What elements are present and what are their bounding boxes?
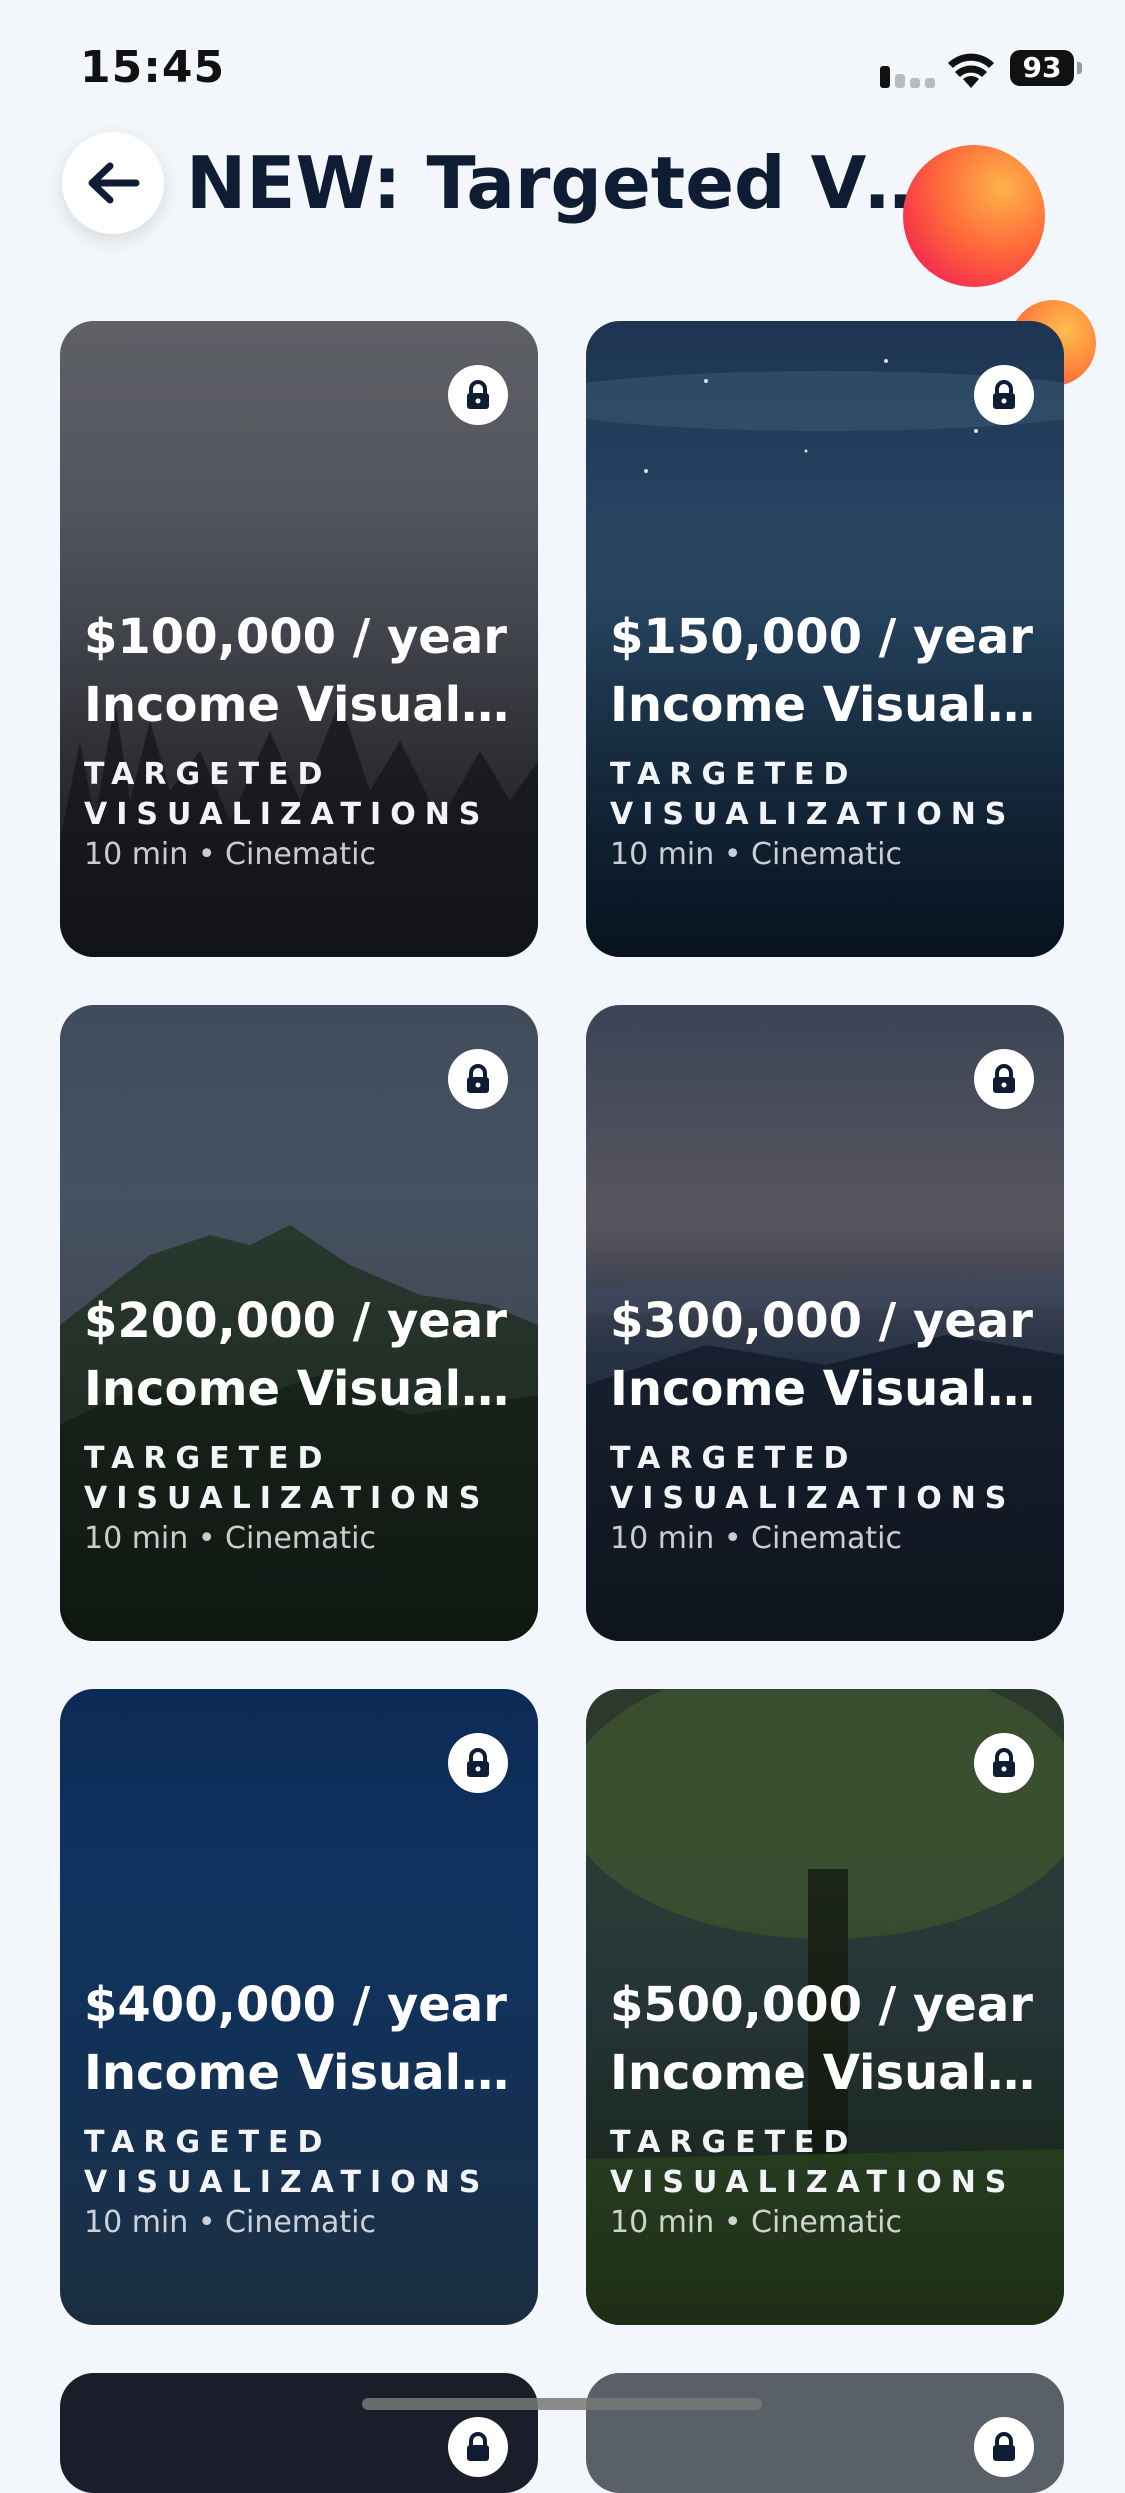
lock-badge	[974, 1733, 1034, 1793]
lock-icon	[993, 380, 1015, 409]
visualization-card-partial[interactable]	[60, 2373, 538, 2493]
visualization-card[interactable]: $500,000 / year Income Visualization TAR…	[586, 1689, 1064, 2325]
card-title-line1: $400,000 / year	[84, 1977, 507, 2033]
visualization-card[interactable]: $200,000 / year Income Visualization TAR…	[60, 1005, 538, 1641]
visualization-card[interactable]: $300,000 / year Income Visualization TAR…	[586, 1005, 1064, 1641]
lock-badge	[448, 1733, 508, 1793]
card-title-line1: $150,000 / year	[610, 609, 1033, 665]
card-category-line1: TARGETED	[610, 757, 858, 792]
card-title-line1: $100,000 / year	[84, 609, 507, 665]
card-category-line2: VISUALIZATIONS	[610, 1481, 1016, 1516]
card-category-line1: TARGETED	[84, 2125, 332, 2160]
card-title-line2: Income Visualization	[84, 1361, 524, 1417]
lock-icon	[993, 1748, 1015, 1777]
card-category-line1: TARGETED	[610, 1441, 858, 1476]
lock-badge	[448, 1049, 508, 1109]
lock-badge	[974, 365, 1034, 425]
card-text: $300,000 / year Income Visualization TAR…	[610, 1287, 1050, 1559]
card-text: $500,000 / year Income Visualization TAR…	[610, 1971, 1050, 2243]
cellular-signal-icon	[880, 66, 935, 88]
card-title-line1: $500,000 / year	[610, 1977, 1033, 2033]
lock-icon	[467, 380, 489, 409]
card-meta: 10 min • Cinematic	[610, 837, 903, 872]
card-category-line2: VISUALIZATIONS	[84, 1481, 490, 1516]
card-text: $100,000 / year Income Visualization TAR…	[84, 603, 524, 875]
card-title-line1: $300,000 / year	[610, 1293, 1033, 1349]
floating-orb-large[interactable]	[903, 145, 1045, 287]
card-title-line2: Income Visualization	[84, 2045, 524, 2101]
card-title-line1: $200,000 / year	[84, 1293, 507, 1349]
card-title-line2: Income Visualization	[610, 677, 1050, 733]
card-meta: 10 min • Cinematic	[84, 1521, 377, 1556]
lock-badge	[448, 365, 508, 425]
lock-icon	[467, 2432, 489, 2461]
visualization-card-partial[interactable]	[586, 2373, 1064, 2493]
arrow-left-icon	[88, 162, 140, 204]
card-text: $150,000 / year Income Visualization TAR…	[610, 603, 1050, 875]
lock-icon	[467, 1064, 489, 1093]
visualization-card[interactable]: $400,000 / year Income Visualization TAR…	[60, 1689, 538, 2325]
card-text: $200,000 / year Income Visualization TAR…	[84, 1287, 524, 1559]
lock-badge	[448, 2417, 508, 2477]
card-category-line2: VISUALIZATIONS	[610, 797, 1016, 832]
back-button[interactable]	[62, 132, 164, 234]
card-title-line2: Income Visualization	[610, 2045, 1050, 2101]
card-category-line2: VISUALIZATIONS	[84, 2165, 490, 2200]
lock-badge	[974, 1049, 1034, 1109]
visualization-card[interactable]: $150,000 / year Income Visualization TAR…	[586, 321, 1064, 957]
battery-indicator: 93	[1010, 50, 1074, 86]
status-bar: 15:45 93	[0, 0, 1125, 140]
card-title-line2: Income Visualization	[610, 1361, 1050, 1417]
card-category-line1: TARGETED	[84, 1441, 332, 1476]
battery-tip	[1077, 62, 1082, 74]
lock-icon	[993, 1064, 1015, 1093]
card-title-line2: Income Visualization	[84, 677, 524, 733]
card-meta: 10 min • Cinematic	[84, 2205, 377, 2240]
card-category-line2: VISUALIZATIONS	[84, 797, 490, 832]
lock-icon	[467, 1748, 489, 1777]
card-meta: 10 min • Cinematic	[610, 2205, 903, 2240]
home-indicator[interactable]	[362, 2398, 762, 2410]
card-meta: 10 min • Cinematic	[84, 837, 377, 872]
card-meta: 10 min • Cinematic	[610, 1521, 903, 1556]
wifi-icon	[948, 53, 994, 88]
status-time: 15:45	[80, 42, 226, 93]
card-category-line2: VISUALIZATIONS	[610, 2165, 1016, 2200]
page-title: NEW: Targeted Visualizations	[186, 141, 946, 225]
lock-badge	[974, 2417, 1034, 2477]
card-text: $400,000 / year Income Visualization TAR…	[84, 1971, 524, 2243]
card-category-line1: TARGETED	[610, 2125, 858, 2160]
lock-icon	[993, 2432, 1015, 2461]
card-category-line1: TARGETED	[84, 757, 332, 792]
visualization-card[interactable]: $100,000 / year Income Visualization TAR…	[60, 321, 538, 957]
